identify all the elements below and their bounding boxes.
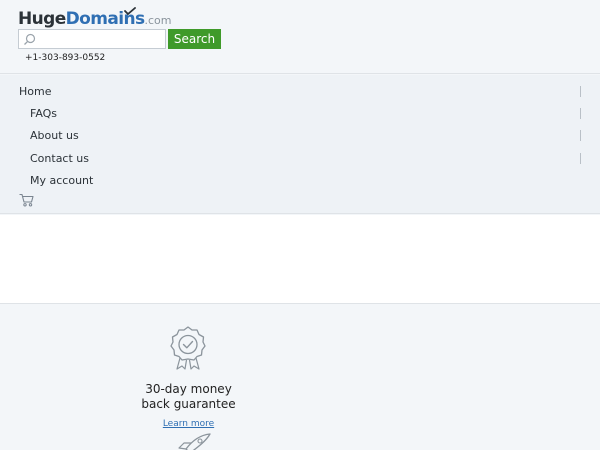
site-logo[interactable]: Huge Domains .com [18, 7, 171, 29]
rocket-icon [178, 433, 211, 450]
search-icon [24, 33, 36, 45]
search-input[interactable] [37, 30, 163, 48]
search-button[interactable]: Search [168, 29, 221, 49]
nav-item-my-account[interactable]: My account [30, 174, 93, 187]
nav-divider [580, 86, 581, 97]
site-header: Huge Domains .com Search +1-303-893-0552 [0, 0, 600, 74]
nav-item-contact-us[interactable]: Contact us [30, 152, 89, 165]
phone-number[interactable]: +1-303-893-0552 [25, 53, 105, 63]
nav-item-home[interactable]: Home [19, 85, 51, 98]
learn-more-link[interactable]: Learn more [120, 419, 257, 429]
logo-text-huge: Huge [18, 9, 66, 29]
feature-title-line-2: back guarantee [141, 397, 236, 411]
search-field[interactable] [18, 29, 166, 49]
feature-section: 30-day money back guarantee Learn more [0, 305, 600, 450]
nav-divider [580, 130, 581, 141]
nav-item-about-us[interactable]: About us [30, 129, 79, 142]
nav-divider [580, 153, 581, 164]
content-band [0, 215, 600, 304]
logo-checkmark-icon [124, 7, 136, 15]
main-nav: Home FAQs About us Contact us My account [0, 75, 600, 214]
award-badge-icon [170, 326, 206, 370]
logo-text-com: .com [144, 14, 172, 27]
nav-item-faqs[interactable]: FAQs [30, 107, 57, 120]
cart-icon[interactable] [19, 193, 34, 207]
nav-divider [580, 108, 581, 119]
feature-title: 30-day money back guarantee [120, 382, 257, 412]
feature-title-line-1: 30-day money [145, 382, 232, 396]
